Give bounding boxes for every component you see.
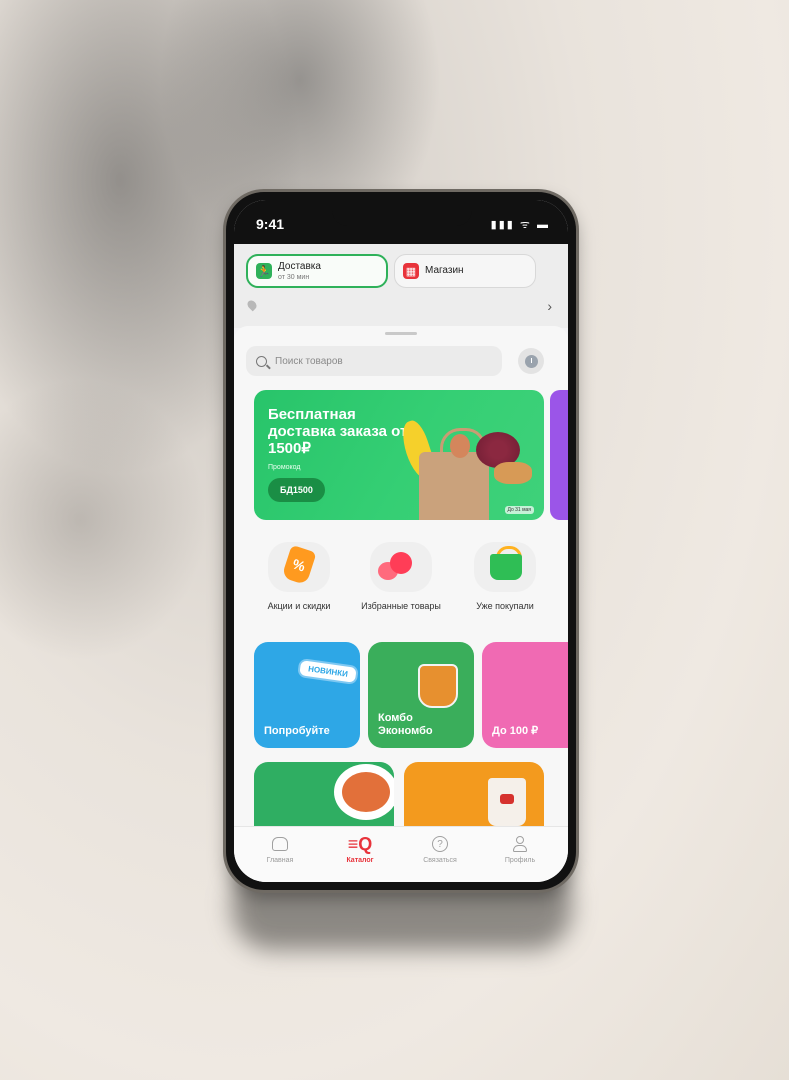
tab-label: Главная [266, 857, 294, 864]
phone-screen: 9:41 ▮▮▮ ᯤ ▬ 🏃 Доставка от 30 мин ▦ Мага… [234, 200, 568, 882]
new-badge: НОВИНКИ [296, 657, 359, 686]
tab-profile[interactable]: Профиль [480, 833, 560, 864]
quick-link-favorites[interactable]: Избранные товары [356, 542, 446, 612]
notch [332, 200, 472, 226]
phone: 9:41 ▮▮▮ ᯤ ▬ 🏃 Доставка от 30 мин ▦ Мага… [226, 192, 576, 890]
basket-icon [474, 542, 536, 592]
courier-icon: 🏃 [256, 263, 272, 279]
store-icon: ▦ [403, 263, 419, 279]
tab-catalog[interactable]: ≡Q Каталог [320, 833, 400, 865]
tab-label: Каталог [346, 857, 374, 864]
promo-banner[interactable]: Бесплатная доставка заказа от 1500₽ Пром… [254, 390, 544, 520]
banner-title: Бесплатная доставка заказа от 1500₽ [268, 406, 408, 457]
card-try-new[interactable]: НОВИНКИ Попробуйте [254, 642, 360, 748]
collections-row: НОВИНКИ Попробуйте Комбо Экономбо До 100… [234, 642, 568, 748]
location-pin-icon [245, 298, 259, 312]
grocery-bag-image [419, 452, 489, 520]
quick-link-discounts[interactable]: % Акции и скидки [254, 542, 344, 612]
card-combo[interactable]: Комбо Экономбо [368, 642, 474, 748]
quick-link-label: Акции и скидки [267, 601, 331, 611]
search-input[interactable]: Поиск товаров [246, 346, 502, 376]
catalog-sheet: Поиск товаров Бесплатная доставка заказа… [234, 326, 568, 846]
status-time: 9:41 [256, 216, 285, 232]
quick-link-label: Избранные товары [361, 601, 441, 611]
profile-icon [513, 836, 527, 852]
catalog-search-icon: ≡Q [347, 833, 373, 854]
chevron-right-icon: › [547, 298, 552, 314]
card-label: Попробуйте [264, 725, 330, 737]
card-label: Комбо Экономбо [378, 712, 433, 737]
coffee-logo [500, 794, 514, 804]
search-icon [256, 355, 267, 367]
clock-icon [524, 354, 538, 368]
bread-image [494, 462, 532, 484]
history-button[interactable] [518, 348, 544, 374]
hearts-icon [370, 542, 432, 592]
tab-contact[interactable]: ? Связаться [400, 833, 480, 864]
tab-bar: Главная ≡Q Каталог ? Связаться Профиль [234, 826, 568, 882]
card-under-100[interactable]: До 100 ₽ [482, 642, 568, 748]
quick-links: % Акции и скидки Избранные товары Уже по… [234, 542, 568, 632]
delivery-mode-button[interactable]: 🏃 Доставка от 30 мин [246, 254, 388, 288]
address-row[interactable]: › [245, 298, 554, 316]
tab-label: Профиль [504, 857, 536, 864]
delivery-mode-subtitle: от 30 мин [278, 273, 310, 281]
next-banner-peek[interactable] [550, 390, 568, 520]
help-icon: ? [432, 836, 448, 852]
eggs-image [450, 434, 470, 458]
delivery-header: 🏃 Доставка от 30 мин ▦ Магазин › [234, 244, 568, 328]
promo-code-button[interactable]: БД1500 [268, 478, 325, 502]
quick-link-label: Уже покупали [476, 601, 534, 611]
promo-label: Промокод [268, 464, 301, 471]
drink-cup-image [418, 664, 458, 708]
tab-home[interactable]: Главная [240, 833, 320, 864]
status-icons: ▮▮▮ ᯤ ▬ [490, 219, 550, 231]
banner-until-date: До 31 мая [504, 506, 534, 514]
discount-tag-icon: % [268, 542, 330, 592]
store-mode-button[interactable]: ▦ Магазин [394, 254, 536, 288]
store-mode-title: Магазин [425, 265, 464, 276]
tab-label: Связаться [423, 857, 457, 864]
delivery-mode-title: Доставка [278, 260, 321, 272]
delivery-mode-text: Доставка от 30 мин [278, 260, 321, 281]
home-icon [272, 837, 288, 851]
card-label: До 100 ₽ [492, 725, 539, 737]
pasta-image [342, 772, 390, 812]
search-placeholder: Поиск товаров [275, 355, 343, 367]
store-mode-text: Магазин [425, 266, 464, 276]
quick-link-purchased[interactable]: Уже покупали [460, 542, 550, 612]
sheet-handle[interactable] [385, 332, 417, 335]
